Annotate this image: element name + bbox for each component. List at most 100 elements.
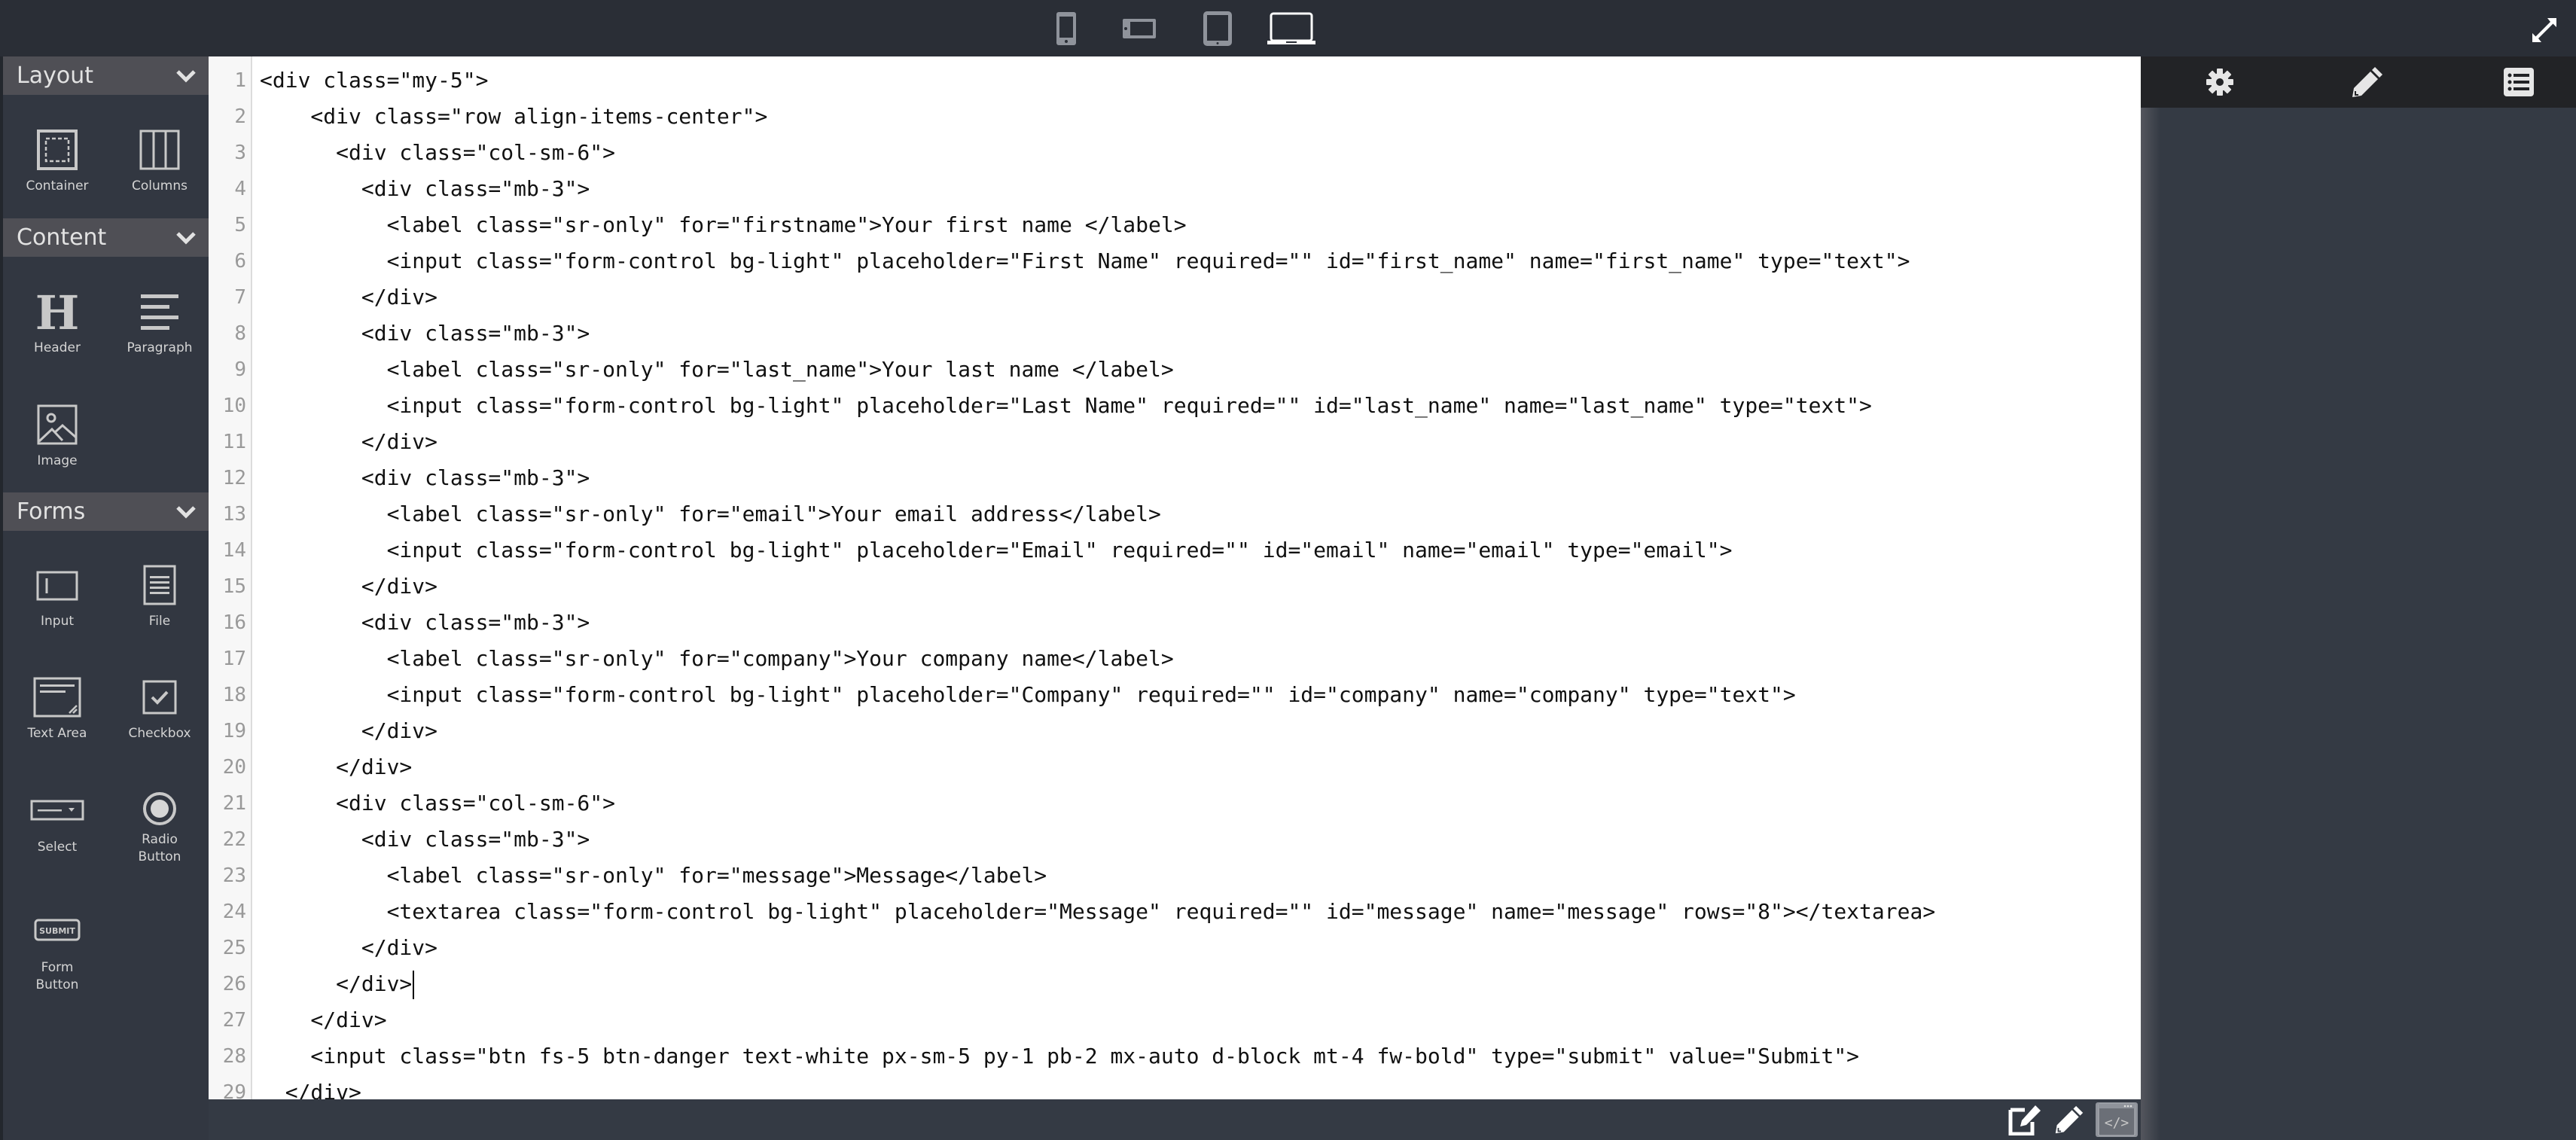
code-text[interactable]: <input class="form-control bg-light" pla… [260,677,1796,713]
tool-textarea[interactable]: Text Area [6,677,108,742]
code-text[interactable]: <div class="my-5"> [260,62,488,99]
tool-header[interactable]: H Header [6,291,108,357]
code-line[interactable]: 10 <input class="form-control bg-light" … [209,388,2141,424]
tool-columns[interactable]: Columns [108,130,211,195]
paragraph-icon [141,294,178,330]
code-text[interactable]: <div class="mb-3"> [260,821,590,858]
device-mobile-landscape-button[interactable] [1120,8,1158,50]
code-text[interactable]: <div class="mb-3"> [260,315,590,352]
device-desktop-button[interactable] [1265,8,1318,50]
code-text[interactable]: <div class="col-sm-6"> [260,135,615,171]
code-lines[interactable]: 1 <div class="my-5"> 2 <div class="row ali… [209,62,2141,1099]
tool-label: Container [26,178,89,194]
tool-label: Header [34,340,81,355]
chevron-down-icon [176,70,196,83]
code-text[interactable]: </div> [260,1074,361,1099]
code-line[interactable]: 21 <div class="col-sm-6"> [209,785,2141,821]
expand-icon [2532,18,2556,42]
code-line[interactable]: 29 </div> [209,1074,2141,1099]
code-text[interactable]: </div> [260,749,412,785]
code-text[interactable]: <div class="mb-3"> [260,171,590,207]
tool-label: Columns [132,178,187,194]
code-line[interactable]: 26 </div> [209,966,2141,1002]
code-line[interactable]: 16 <div class="mb-3"> [209,605,2141,641]
code-text[interactable]: </div> [260,568,437,605]
code-text[interactable]: <label class="sr-only" for="message">Mes… [260,858,1047,894]
tool-label: Image [37,453,78,468]
code-line[interactable]: 23 <label class="sr-only" for="message">… [209,858,2141,894]
section-title: Forms [17,498,86,525]
code-line[interactable]: 5 <label class="sr-only" for="firstname"… [209,207,2141,243]
pencil-icon [2055,1105,2084,1134]
code-line[interactable]: 17 <label class="sr-only" for="company">… [209,641,2141,677]
code-line[interactable]: 28 <input class="btn fs-5 btn-danger tex… [209,1038,2141,1074]
code-line[interactable]: 12 <div class="mb-3"> [209,460,2141,496]
code-line[interactable]: 3 <div class="col-sm-6"> [209,135,2141,171]
code-line[interactable]: 7 </div> [209,279,2141,315]
tool-paragraph[interactable]: Paragraph [108,291,211,357]
code-text[interactable]: <div class="row align-items-center"> [260,99,767,135]
code-text[interactable]: <input class="form-control bg-light" pla… [260,388,1872,424]
tool-image[interactable]: Image [6,404,108,470]
properties-panel [2141,56,2576,1140]
code-line[interactable]: 19 </div> [209,713,2141,749]
code-text[interactable]: <input class="form-control bg-light" pla… [260,532,1733,568]
code-editor[interactable]: 1 <div class="my-5"> 2 <div class="row ali… [209,56,2141,1099]
code-line[interactable]: 25 </div> [209,930,2141,966]
tool-file[interactable]: File [108,565,211,630]
edit-mode-button[interactable] [2005,1102,2046,1137]
svg-text:H: H [37,291,78,332]
columns-icon [139,130,180,170]
fullscreen-button[interactable] [2529,15,2559,45]
code-text[interactable]: <div class="mb-3"> [260,605,590,641]
code-text[interactable]: </div> [260,424,437,460]
device-tablet-button[interactable] [1199,8,1236,50]
device-mobile-button[interactable] [1051,8,1081,50]
tool-radio[interactable]: Radio Button [108,791,211,866]
code-view-button[interactable]: </> [2096,1102,2138,1137]
code-text[interactable]: <label class="sr-only" for="firstname">Y… [260,207,1187,243]
tool-form-button[interactable]: SUBMIT Form Button [6,911,108,994]
code-line[interactable]: 20 </div> [209,749,2141,785]
code-line[interactable]: 1 <div class="my-5"> [209,62,2141,99]
bottom-toolbar: </> [209,1099,2141,1140]
code-line[interactable]: 24 <textarea class="form-control bg-ligh… [209,894,2141,930]
code-line[interactable]: 22 <div class="mb-3"> [209,821,2141,858]
code-text[interactable]: </div> [260,713,437,749]
tool-container[interactable]: Container [6,130,108,195]
section-header-forms[interactable]: Forms [3,492,209,531]
code-line[interactable]: 9 <label class="sr-only" for="last_name"… [209,352,2141,388]
code-line[interactable]: 27 </div> [209,1002,2141,1038]
tab-style[interactable] [2346,66,2389,99]
code-text[interactable]: <label class="sr-only" for="company">You… [260,641,1174,677]
code-text[interactable]: <input class="form-control bg-light" pla… [260,243,1910,279]
code-text[interactable]: <textarea class="form-control bg-light" … [260,894,1936,930]
code-text[interactable]: <div class="mb-3"> [260,460,590,496]
tool-input[interactable]: Input [6,565,108,630]
code-line[interactable]: 8 <div class="mb-3"> [209,315,2141,352]
design-mode-button[interactable] [2050,1102,2088,1137]
code-line[interactable]: 15 </div> [209,568,2141,605]
section-header-layout[interactable]: Layout [3,56,209,95]
code-line[interactable]: 11 </div> [209,424,2141,460]
code-text[interactable]: <label class="sr-only" for="email">Your … [260,496,1161,532]
code-text[interactable]: <input class="btn fs-5 btn-danger text-w… [260,1038,1859,1074]
tool-select[interactable]: Select [6,791,108,856]
code-line[interactable]: 13 <label class="sr-only" for="email">Yo… [209,496,2141,532]
tab-settings[interactable] [2199,66,2241,99]
code-text[interactable]: </div> [260,279,437,315]
tool-checkbox[interactable]: Checkbox [108,677,211,742]
phone-landscape-icon [1123,19,1156,38]
code-line[interactable]: 2 <div class="row align-items-center"> [209,99,2141,135]
code-text[interactable]: </div> [260,966,415,1002]
code-line[interactable]: 18 <input class="form-control bg-light" … [209,677,2141,713]
code-text[interactable]: </div> [260,1002,386,1038]
code-line[interactable]: 4 <div class="mb-3"> [209,171,2141,207]
code-text[interactable]: </div> [260,930,437,966]
code-text[interactable]: <div class="col-sm-6"> [260,785,615,821]
tab-layers[interactable] [2498,66,2540,99]
code-line[interactable]: 14 <input class="form-control bg-light" … [209,532,2141,568]
code-text[interactable]: <label class="sr-only" for="last_name">Y… [260,352,1174,388]
section-header-content[interactable]: Content [3,218,209,257]
code-line[interactable]: 6 <input class="form-control bg-light" p… [209,243,2141,279]
